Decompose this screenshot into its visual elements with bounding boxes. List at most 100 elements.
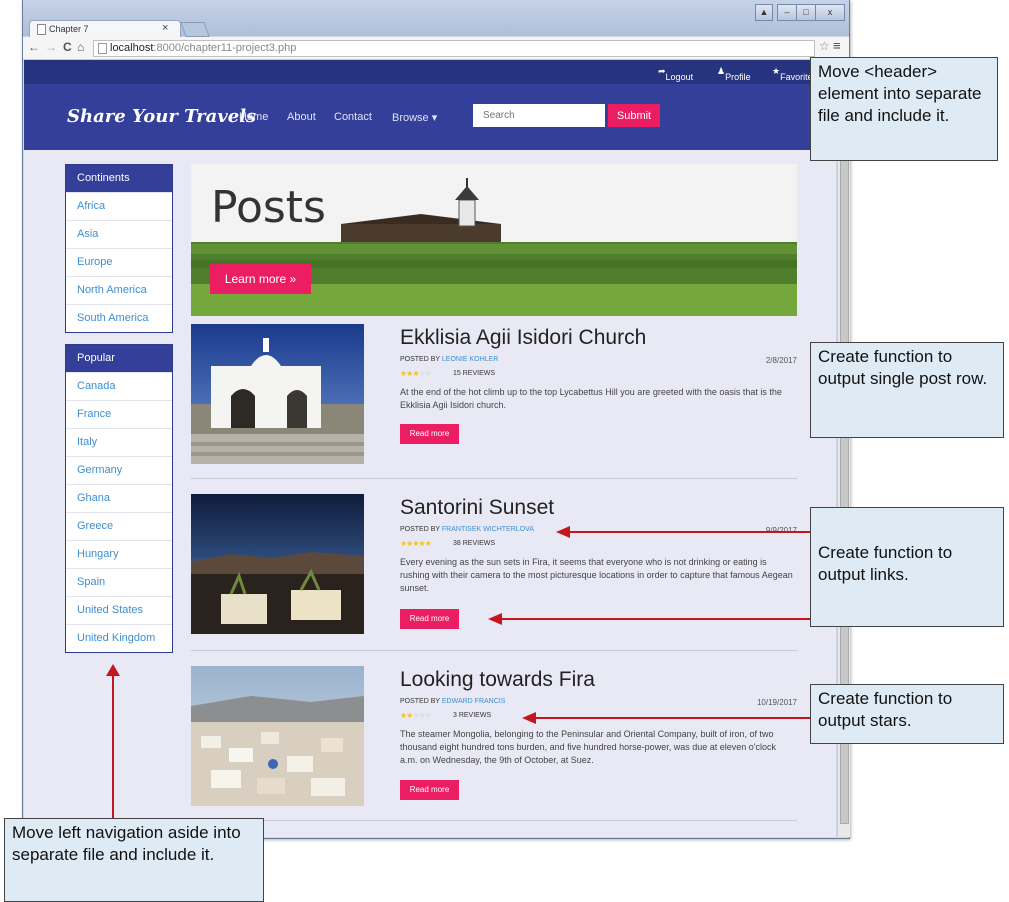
arrow-head-left xyxy=(556,526,570,538)
search-input[interactable] xyxy=(473,104,605,127)
country-link[interactable]: Greece xyxy=(66,512,172,540)
post-title[interactable]: Ekklisia Agii Isidori Church xyxy=(400,326,646,350)
post-excerpt: The steamer Mongolia, belonging to the P… xyxy=(400,729,776,765)
star-empty-icon: ★ xyxy=(424,369,432,378)
nav-about[interactable]: About xyxy=(287,111,316,123)
post-image-fira xyxy=(191,666,364,806)
back-icon[interactable]: ← xyxy=(28,40,40,54)
author-link[interactable]: FRANTISEK WICHTERLOVA xyxy=(442,526,534,533)
rating-stars: ★★★★★ xyxy=(400,711,432,720)
minimize-button[interactable]: – xyxy=(777,4,797,21)
post-image-church xyxy=(191,324,364,464)
header-annotation: Move <header> element into separate file… xyxy=(810,57,998,161)
links-annotation: Create function to output links. xyxy=(810,507,1004,627)
post-row: Ekklisia Agii Isidori Church POSTED BY L… xyxy=(191,324,797,484)
arrow-line xyxy=(568,531,810,533)
url-host: localhost xyxy=(110,42,154,54)
nav-browse-dropdown[interactable]: Browse ▾ xyxy=(392,111,437,124)
post-excerpt: Every evening as the sun sets in Fira, i… xyxy=(400,557,793,593)
forward-icon[interactable]: → xyxy=(45,40,57,54)
country-link[interactable]: Spain xyxy=(66,568,172,596)
review-count: 15 REVIEWS xyxy=(453,370,496,377)
author-link[interactable]: EDWARD FRANCIS xyxy=(442,698,506,705)
review-count: 38 REVIEWS xyxy=(453,540,496,547)
post-image-sunset xyxy=(191,494,364,634)
new-tab-button[interactable] xyxy=(180,22,210,37)
page-icon xyxy=(37,24,46,35)
bookmark-star-icon[interactable]: ☆ xyxy=(819,39,830,53)
logout-link[interactable]: ➦ Logout xyxy=(658,66,693,82)
country-link[interactable]: Germany xyxy=(66,456,172,484)
aside-annotation: Move left navigation aside into separate… xyxy=(4,818,264,902)
country-link[interactable]: France xyxy=(66,400,172,428)
post-row: Looking towards Fira POSTED BY EDWARD FR… xyxy=(191,666,797,826)
post-byline: POSTED BY LEONIE KOHLER xyxy=(400,356,499,363)
country-link[interactable]: Hungary xyxy=(66,540,172,568)
post-row: Santorini Sunset POSTED BY FRANTISEK WIC… xyxy=(191,494,797,654)
tab-close-button[interactable]: × xyxy=(162,22,168,34)
nav-home[interactable]: Home xyxy=(239,111,268,123)
menu-icon[interactable]: ≡ xyxy=(833,38,841,53)
arrow-head-left xyxy=(488,613,502,625)
address-bar: ← → C ⌂ localhost:8000/chapter11-project… xyxy=(23,37,849,60)
author-link[interactable]: LEONIE KOHLER xyxy=(442,356,498,363)
submit-button[interactable]: Submit xyxy=(608,104,660,127)
star-filled-icon: ★ xyxy=(424,539,432,548)
browser-titlebar: Chapter 7 × ▲ – □ x xyxy=(23,0,849,38)
browser-tab[interactable]: Chapter 7 × xyxy=(29,20,181,38)
post-divider xyxy=(191,820,797,821)
continent-link[interactable]: North America xyxy=(66,276,172,304)
popular-panel: Popular Canada France Italy Germany Ghan… xyxy=(65,344,173,653)
site-header: Share Your Travels Home About Contact Br… xyxy=(24,84,836,150)
stars-annotation: Create function to output stars. xyxy=(810,684,1004,744)
arrow-line xyxy=(500,618,810,620)
arrow-head-left xyxy=(522,712,536,724)
account-bar: ➦ Logout ♟ Profile ★ Favorites xyxy=(24,60,836,84)
post-byline: POSTED BY EDWARD FRANCIS xyxy=(400,698,506,705)
continents-panel: Continents Africa Asia Europe North Amer… xyxy=(65,164,173,333)
post-title[interactable]: Santorini Sunset xyxy=(400,496,554,520)
url-path: :8000/chapter11-project3.php xyxy=(153,42,297,54)
brand-logo[interactable]: Share Your Travels xyxy=(67,106,256,127)
close-button[interactable]: x xyxy=(815,4,845,21)
arrow-head-up xyxy=(106,664,120,676)
maximize-button[interactable]: □ xyxy=(796,4,816,21)
country-link[interactable]: Italy xyxy=(66,428,172,456)
review-count: 3 REVIEWS xyxy=(453,712,492,719)
continents-heading: Continents xyxy=(66,165,172,192)
window-controls: ▲ – □ x xyxy=(755,4,845,21)
country-link[interactable]: Canada xyxy=(66,372,172,400)
learn-more-button[interactable]: Learn more » xyxy=(210,264,311,294)
nav-contact[interactable]: Contact xyxy=(334,111,372,123)
continent-link[interactable]: Europe xyxy=(66,248,172,276)
country-link[interactable]: Ghana xyxy=(66,484,172,512)
post-date: 10/19/2017 xyxy=(756,698,797,707)
url-field[interactable]: localhost:8000/chapter11-project3.php xyxy=(93,40,815,57)
continent-link[interactable]: South America xyxy=(66,304,172,332)
popular-heading: Popular xyxy=(66,345,172,372)
read-more-button[interactable]: Read more xyxy=(400,780,459,800)
post-divider xyxy=(191,478,797,479)
post-divider xyxy=(191,650,797,651)
continent-link[interactable]: Africa xyxy=(66,192,172,220)
country-link[interactable]: United Kingdom xyxy=(66,624,172,652)
post-title[interactable]: Looking towards Fira xyxy=(400,668,595,692)
rating-stars: ★★★★★ xyxy=(400,369,432,378)
web-page: ➦ Logout ♟ Profile ★ Favorites Share You… xyxy=(24,60,836,837)
read-more-button[interactable]: Read more xyxy=(400,424,459,444)
post-row-annotation: Create function to output single post ro… xyxy=(810,342,1004,438)
read-more-button[interactable]: Read more xyxy=(400,609,459,629)
arrow-line xyxy=(534,717,810,719)
user-icon[interactable]: ▲ xyxy=(755,4,773,21)
post-excerpt: At the end of the hot climb up to the to… xyxy=(400,387,782,410)
hero-title: Posts xyxy=(211,182,326,233)
browser-window: Chapter 7 × ▲ – □ x ← → C ⌂ localhost:80… xyxy=(22,0,850,839)
favorites-link[interactable]: ★ Favorites xyxy=(772,66,817,82)
home-icon[interactable]: ⌂ xyxy=(77,40,84,54)
post-byline: POSTED BY FRANTISEK WICHTERLOVA xyxy=(400,526,534,533)
country-link[interactable]: United States xyxy=(66,596,172,624)
profile-link[interactable]: ♟ Profile xyxy=(717,66,751,82)
reload-icon[interactable]: C xyxy=(63,40,72,54)
page-icon xyxy=(98,43,107,54)
continent-link[interactable]: Asia xyxy=(66,220,172,248)
